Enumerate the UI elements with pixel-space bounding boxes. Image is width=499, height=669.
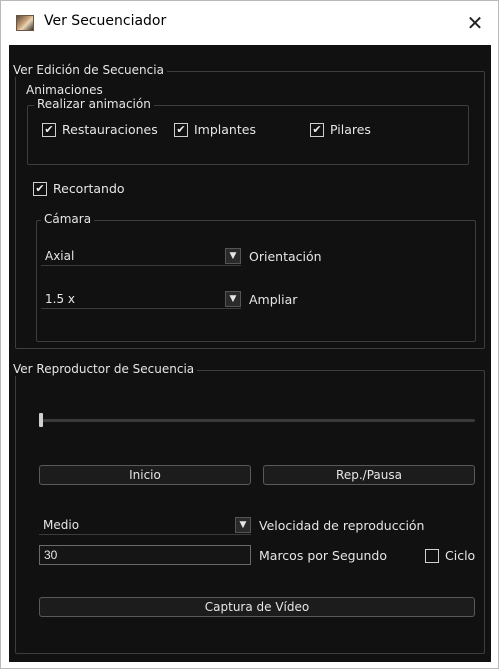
restauraciones-label: Restauraciones (62, 122, 158, 137)
zoom-select[interactable]: 1.5 x ▼ (41, 289, 241, 309)
chevron-down-icon: ▼ (225, 248, 241, 264)
title-bar: Ver Secuenciador ✕ (1, 1, 498, 45)
pilares-label: Pilares (330, 122, 371, 137)
camera-group: Cámara Axial ▼ Orientación 1.5 x ▼ Ampli… (36, 212, 476, 342)
implantes-label: Implantes (194, 122, 256, 137)
check-icon: ✔ (33, 181, 47, 196)
edit-group-title: Ver Edición de Secuencia (10, 63, 167, 77)
checkbox-empty (425, 548, 439, 563)
realizar-group: Realizar animación ✔ Restauraciones ✔ Im… (27, 97, 469, 165)
edit-group: Ver Edición de Secuencia Animaciones Rea… (10, 63, 485, 349)
checkbox-implantes[interactable]: ✔ Implantes (174, 122, 256, 137)
chevron-down-icon: ▼ (235, 517, 251, 533)
start-button[interactable]: Inicio (39, 465, 251, 485)
play-pause-button[interactable]: Rep./Pausa (263, 465, 475, 485)
check-icon: ✔ (42, 122, 56, 137)
slider-handle[interactable] (39, 413, 43, 427)
ciclo-label: Ciclo (445, 548, 476, 563)
sequencer-window: Ver Secuenciador ✕ Ver Edición de Secuen… (0, 0, 499, 669)
animations-group: Animaciones Realizar animación ✔ Restaur… (20, 83, 472, 200)
player-group-title: Ver Reproductor de Secuencia (10, 362, 198, 376)
chevron-down-icon: ▼ (225, 291, 241, 307)
close-icon: ✕ (466, 11, 484, 35)
capture-video-button[interactable]: Captura de Vídeo (39, 597, 475, 617)
dialog-body: Ver Edición de Secuencia Animaciones Rea… (9, 45, 491, 662)
speed-value: Medio (43, 518, 80, 532)
fps-input[interactable] (39, 545, 251, 565)
check-icon: ✔ (174, 122, 188, 137)
camera-group-title: Cámara (41, 212, 95, 226)
speed-label: Velocidad de reproducción (259, 518, 425, 533)
recortando-label: Recortando (53, 181, 125, 196)
realizar-group-title: Realizar animación (34, 97, 154, 111)
checkbox-ciclo[interactable]: Ciclo (425, 548, 475, 563)
app-icon (16, 15, 34, 31)
playback-slider[interactable] (39, 413, 475, 427)
speed-select[interactable]: Medio ▼ (39, 515, 251, 535)
checkbox-recortando[interactable]: ✔ Recortando (33, 181, 125, 196)
checkbox-pilares[interactable]: ✔ Pilares (310, 122, 371, 137)
orientation-select[interactable]: Axial ▼ (41, 246, 241, 266)
orientation-value: Axial (45, 249, 75, 263)
checkbox-restauraciones[interactable]: ✔ Restauraciones (42, 122, 158, 137)
zoom-label: Ampliar (249, 292, 298, 307)
close-button[interactable]: ✕ (460, 9, 490, 37)
window-title: Ver Secuenciador (44, 13, 167, 29)
animations-group-title: Animaciones (26, 83, 103, 97)
zoom-value: 1.5 x (45, 292, 75, 306)
check-icon: ✔ (310, 122, 324, 137)
orientation-label: Orientación (249, 249, 322, 264)
fps-label: Marcos por Segundo (259, 548, 387, 563)
